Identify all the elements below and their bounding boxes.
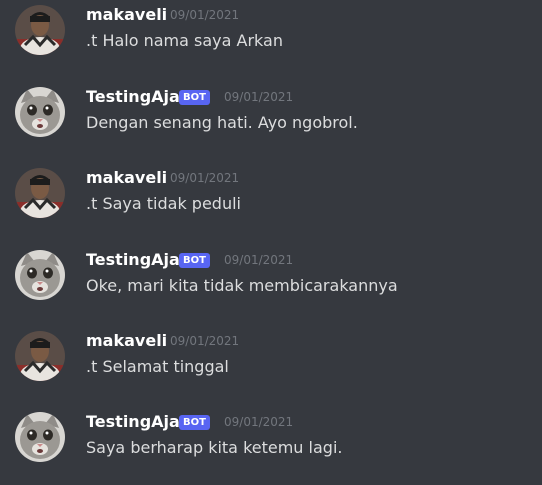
chat-message: makaveli 09/01/2021 .t Halo nama saya Ar…: [0, 5, 542, 75]
user-avatar[interactable]: [15, 331, 65, 381]
username[interactable]: TestingAja: [86, 87, 180, 107]
username[interactable]: TestingAja: [86, 250, 180, 270]
cat-avatar[interactable]: [15, 250, 65, 300]
user-avatar[interactable]: [15, 168, 65, 218]
chat-message: TestingAja BOT 09/01/2021 Saya berharap …: [0, 412, 542, 482]
message-content: Dengan senang hati. Ayo ngobrol.: [86, 113, 358, 132]
chat-message: makaveli 09/01/2021 .t Saya tidak peduli: [0, 168, 542, 238]
timestamp: 09/01/2021: [224, 90, 294, 104]
cat-avatar[interactable]: [15, 412, 65, 462]
timestamp: 09/01/2021: [170, 334, 240, 348]
timestamp: 09/01/2021: [224, 253, 294, 267]
chat-message: makaveli 09/01/2021 .t Selamat tinggal: [0, 331, 542, 401]
user-avatar[interactable]: [15, 5, 65, 55]
timestamp: 09/01/2021: [170, 171, 240, 185]
chat-message-list: makaveli 09/01/2021 .t Halo nama saya Ar…: [0, 0, 542, 485]
username[interactable]: TestingAja: [86, 412, 180, 432]
username[interactable]: makaveli: [86, 168, 167, 188]
message-content: .t Saya tidak peduli: [86, 194, 241, 213]
timestamp: 09/01/2021: [224, 415, 294, 429]
username[interactable]: makaveli: [86, 5, 167, 25]
timestamp: 09/01/2021: [170, 8, 240, 22]
message-content: Saya berharap kita ketemu lagi.: [86, 438, 343, 457]
chat-message: TestingAja BOT 09/01/2021 Oke, mari kita…: [0, 250, 542, 320]
chat-message: TestingAja BOT 09/01/2021 Dengan senang …: [0, 87, 542, 157]
username[interactable]: makaveli: [86, 331, 167, 351]
message-content: Oke, mari kita tidak membicarakannya: [86, 276, 398, 295]
message-content: .t Halo nama saya Arkan: [86, 31, 283, 50]
bot-tag: BOT: [179, 415, 210, 430]
bot-tag: BOT: [179, 253, 210, 268]
cat-avatar[interactable]: [15, 87, 65, 137]
message-content: .t Selamat tinggal: [86, 357, 229, 376]
bot-tag: BOT: [179, 90, 210, 105]
